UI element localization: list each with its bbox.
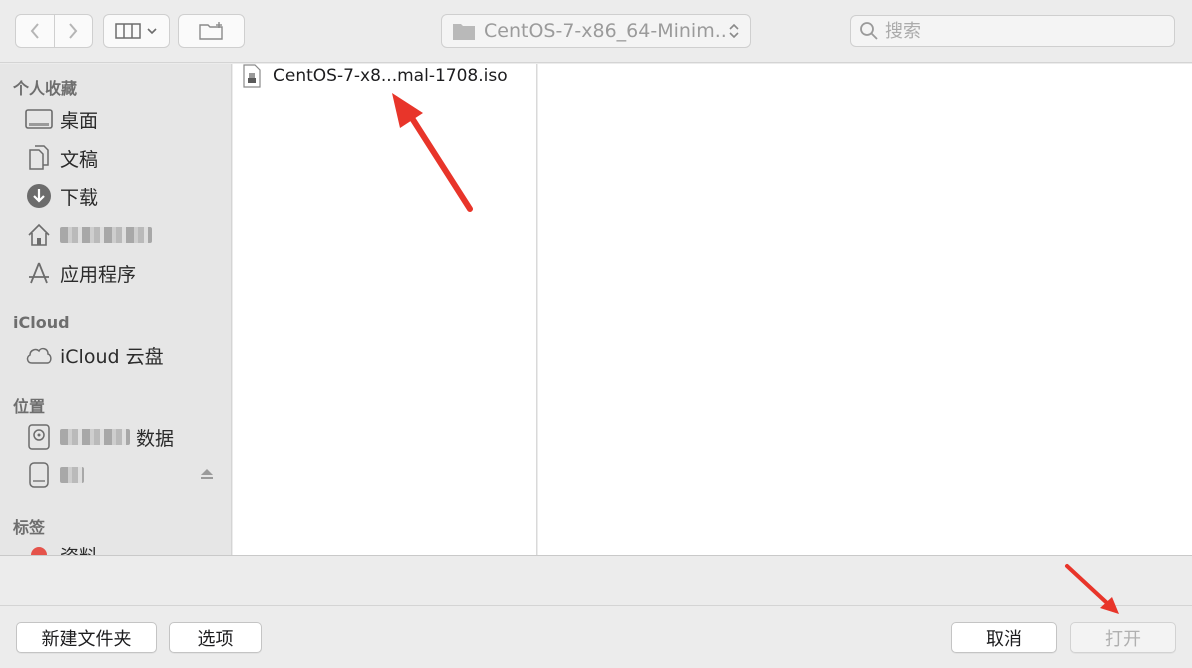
forward-button[interactable] [53, 15, 93, 47]
redacted-disk-name [60, 429, 130, 445]
sidebar-item-label: 数据 [136, 427, 175, 450]
columns-view-icon [115, 23, 141, 39]
path-popup[interactable]: CentOS-7-x86_64-Minim... [441, 14, 751, 48]
sidebar-item-downloads[interactable]: 下载 [24, 181, 224, 211]
file-name: CentOS-7-x8...mal-1708.iso [273, 66, 508, 86]
sidebar-item-external-drive[interactable] [24, 460, 214, 490]
disk-icon [24, 422, 54, 452]
cancel-button[interactable]: 取消 [951, 622, 1057, 653]
redacted-username [60, 227, 152, 243]
search-field[interactable] [850, 15, 1175, 47]
home-icon [24, 220, 54, 250]
sidebar-item-icloud-drive[interactable]: iCloud 云盘 [24, 340, 224, 370]
sidebar-item-data-disk[interactable]: 数据 [24, 422, 224, 452]
applications-icon [24, 258, 54, 288]
sidebar-item-label: iCloud 云盘 [60, 345, 164, 368]
new-folder-icon [198, 22, 223, 40]
sidebar-item-label: 桌面 [60, 109, 99, 132]
tag-dot-icon [24, 540, 54, 555]
sidebar-section-tags: 标签 [13, 518, 46, 537]
desktop-icon [24, 104, 54, 134]
disk-image-icon [241, 64, 263, 88]
chevron-left-icon [30, 23, 39, 39]
sidebar-section-icloud: iCloud [13, 313, 70, 332]
sidebar: 个人收藏 桌面 文稿 下载 应用程序 iCloud iCloud 云盘 位置 数… [0, 64, 232, 555]
chevron-down-icon [147, 28, 157, 35]
sidebar-item-desktop[interactable]: 桌面 [24, 104, 224, 134]
sidebar-section-locations: 位置 [13, 397, 46, 416]
downloads-icon [24, 181, 54, 211]
back-button[interactable] [16, 15, 54, 47]
sidebar-item-label: 应用程序 [60, 263, 137, 286]
back-forward-control [15, 14, 93, 48]
view-mode-button[interactable] [103, 14, 170, 48]
sidebar-item-documents[interactable]: 文稿 [24, 143, 224, 173]
new-folder-toolbar-button[interactable] [178, 14, 245, 48]
eject-icon [201, 469, 213, 479]
new-folder-button[interactable]: 新建文件夹 [16, 622, 157, 653]
toolbar: CentOS-7-x86_64-Minim... [0, 0, 1192, 63]
sidebar-section-favorites: 个人收藏 [13, 79, 78, 98]
sidebar-item-applications[interactable]: 应用程序 [24, 258, 224, 288]
bottom-bar: 新建文件夹 选项 取消 打开 [0, 607, 1192, 668]
search-icon [860, 22, 878, 40]
sidebar-item-tag[interactable]: 资料 [24, 540, 224, 555]
search-input[interactable] [885, 20, 1165, 42]
browser-column-2 [538, 64, 1192, 555]
updown-chevron-icon [729, 23, 739, 39]
file-row[interactable]: CentOS-7-x8...mal-1708.iso [241, 64, 508, 88]
folder-icon [453, 24, 475, 40]
options-area [0, 555, 1192, 606]
external-drive-icon [24, 460, 54, 490]
open-button[interactable]: 打开 [1070, 622, 1176, 653]
sidebar-item-label: 资料 [60, 542, 98, 556]
documents-icon [24, 143, 54, 173]
cloud-icon [24, 340, 54, 370]
sidebar-item-label: 文稿 [60, 148, 99, 171]
redacted-drive-name [60, 467, 84, 483]
sidebar-item-home[interactable] [24, 220, 224, 250]
eject-button[interactable] [200, 464, 214, 486]
browser-column-1: CentOS-7-x8...mal-1708.iso [233, 64, 537, 555]
sidebar-item-label: 下载 [60, 186, 99, 209]
path-label: CentOS-7-x86_64-Minim... [484, 20, 728, 42]
options-button[interactable]: 选项 [169, 622, 262, 653]
chevron-right-icon [69, 23, 78, 39]
